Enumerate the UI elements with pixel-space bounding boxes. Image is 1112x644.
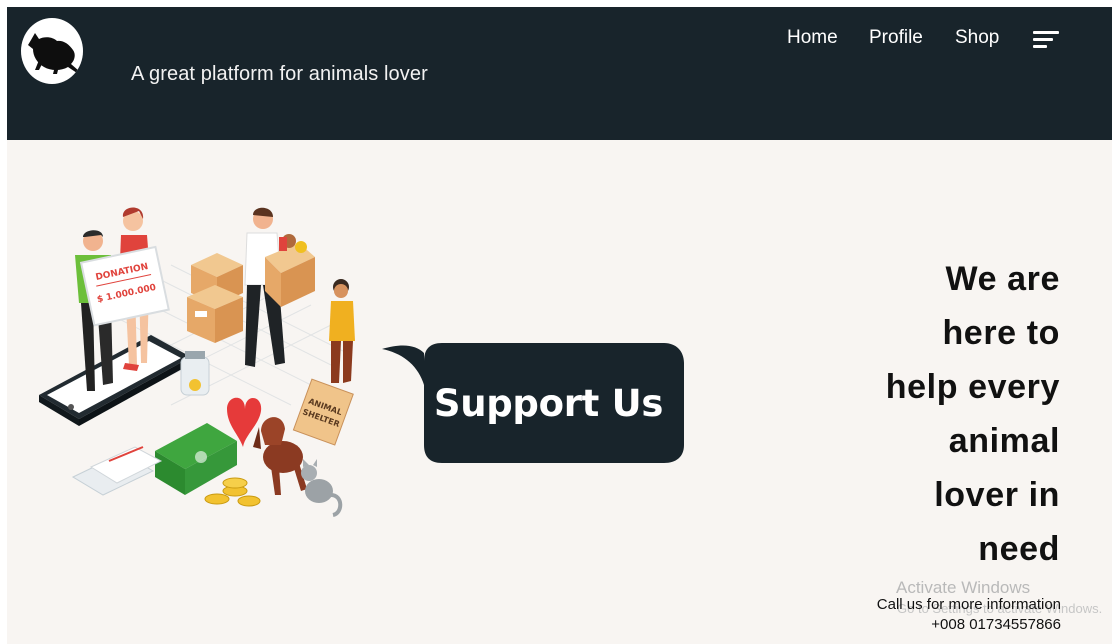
support-us-button[interactable]: Support Us	[411, 343, 686, 463]
nav-profile-link[interactable]: Profile	[869, 27, 923, 49]
cardboard-boxes	[187, 253, 243, 343]
contact-info: Call us for more information +008 017345…	[877, 595, 1061, 635]
main-nav: Home Profile Shop	[7, 27, 1112, 57]
contact-phone[interactable]: +008 01734557866	[877, 615, 1061, 635]
headline-line: here to	[942, 314, 1060, 352]
site-header: A great platform for animals lover Home …	[7, 7, 1112, 140]
headline-line: help every	[885, 368, 1060, 406]
page-frame: A great platform for animals lover Home …	[7, 7, 1112, 644]
phone-graphic	[39, 335, 191, 426]
nav-home-link[interactable]: Home	[787, 27, 838, 49]
papers	[71, 446, 163, 496]
contact-label: Call us for more information	[876, 596, 1061, 613]
donation-illustration: DONATION $ 1.000.000 ANIMAL SHELTER	[39, 207, 355, 517]
headline-line: lover in	[934, 476, 1060, 514]
site-tagline: A great platform for animals lover	[131, 63, 428, 85]
headline-line: animal	[948, 422, 1060, 460]
headline-line: We are	[945, 260, 1060, 298]
coin-jar	[180, 351, 210, 396]
headline-line: need	[978, 530, 1060, 568]
hero-headline: We are here to help every animal lover i…	[800, 252, 1060, 576]
cat-graphic	[301, 459, 343, 517]
kid-yellow-shirt	[329, 279, 355, 383]
shelter-sign: ANIMAL SHELTER	[292, 378, 354, 446]
hamburger-icon[interactable]	[1033, 29, 1061, 51]
nav-shop-link[interactable]: Shop	[955, 27, 999, 49]
man-white-shirt	[244, 207, 315, 367]
gold-coins	[204, 477, 261, 507]
